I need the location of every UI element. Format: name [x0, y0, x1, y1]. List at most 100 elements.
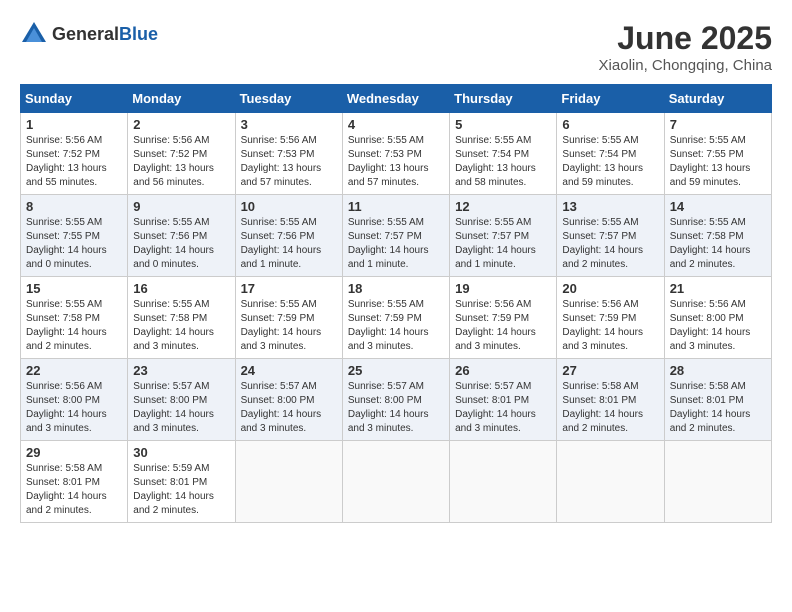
- sunset-label: Sunset: 8:01 PM: [562, 395, 636, 406]
- calendar-day-cell: 28 Sunrise: 5:58 AM Sunset: 8:01 PM Dayl…: [664, 359, 771, 441]
- calendar-day-cell: 25 Sunrise: 5:57 AM Sunset: 8:00 PM Dayl…: [342, 359, 449, 441]
- calendar-day-cell: 24 Sunrise: 5:57 AM Sunset: 8:00 PM Dayl…: [235, 359, 342, 441]
- calendar-day-cell: 3 Sunrise: 5:56 AM Sunset: 7:53 PM Dayli…: [235, 113, 342, 195]
- calendar-day-cell: 14 Sunrise: 5:55 AM Sunset: 7:58 PM Dayl…: [664, 195, 771, 277]
- day-info: Sunrise: 5:56 AM Sunset: 8:00 PM Dayligh…: [670, 298, 766, 354]
- logo-blue: Blue: [119, 24, 158, 44]
- logo-icon: [20, 20, 48, 48]
- calendar-day-cell: [450, 441, 557, 523]
- daylight-label: Daylight: 14 hours and 2 minutes.: [670, 409, 751, 434]
- sunset-label: Sunset: 7:52 PM: [133, 149, 207, 160]
- daylight-label: Daylight: 14 hours and 3 minutes.: [348, 409, 429, 434]
- calendar-week-row: 8 Sunrise: 5:55 AM Sunset: 7:55 PM Dayli…: [21, 195, 772, 277]
- day-info: Sunrise: 5:58 AM Sunset: 8:01 PM Dayligh…: [562, 380, 658, 436]
- day-info: Sunrise: 5:55 AM Sunset: 7:58 PM Dayligh…: [670, 216, 766, 272]
- calendar-day-cell: 19 Sunrise: 5:56 AM Sunset: 7:59 PM Dayl…: [450, 277, 557, 359]
- calendar-day-cell: 27 Sunrise: 5:58 AM Sunset: 8:01 PM Dayl…: [557, 359, 664, 441]
- calendar-week-row: 29 Sunrise: 5:58 AM Sunset: 8:01 PM Dayl…: [21, 441, 772, 523]
- sunrise-label: Sunrise: 5:59 AM: [133, 463, 209, 474]
- daylight-label: Daylight: 14 hours and 3 minutes.: [26, 409, 107, 434]
- day-info: Sunrise: 5:58 AM Sunset: 8:01 PM Dayligh…: [670, 380, 766, 436]
- sunset-label: Sunset: 7:56 PM: [241, 231, 315, 242]
- daylight-label: Daylight: 14 hours and 1 minute.: [241, 245, 322, 270]
- daylight-label: Daylight: 14 hours and 3 minutes.: [241, 409, 322, 434]
- calendar-day-cell: 6 Sunrise: 5:55 AM Sunset: 7:54 PM Dayli…: [557, 113, 664, 195]
- day-info: Sunrise: 5:58 AM Sunset: 8:01 PM Dayligh…: [26, 462, 122, 518]
- sunrise-label: Sunrise: 5:58 AM: [26, 463, 102, 474]
- day-number: 30: [133, 445, 229, 460]
- title-block: June 2025 Xiaolin, Chongqing, China: [599, 20, 772, 74]
- sunrise-label: Sunrise: 5:55 AM: [348, 217, 424, 228]
- calendar-day-cell: [235, 441, 342, 523]
- calendar-day-cell: [664, 441, 771, 523]
- day-number: 21: [670, 281, 766, 296]
- day-number: 27: [562, 363, 658, 378]
- sunrise-label: Sunrise: 5:55 AM: [455, 135, 531, 146]
- day-number: 1: [26, 117, 122, 132]
- day-number: 18: [348, 281, 444, 296]
- sunrise-label: Sunrise: 5:57 AM: [455, 381, 531, 392]
- sunset-label: Sunset: 7:59 PM: [562, 313, 636, 324]
- calendar-day-cell: 13 Sunrise: 5:55 AM Sunset: 7:57 PM Dayl…: [557, 195, 664, 277]
- daylight-label: Daylight: 14 hours and 3 minutes.: [241, 327, 322, 352]
- day-number: 16: [133, 281, 229, 296]
- day-number: 22: [26, 363, 122, 378]
- daylight-label: Daylight: 13 hours and 58 minutes.: [455, 163, 536, 188]
- sunset-label: Sunset: 7:59 PM: [241, 313, 315, 324]
- calendar-day-cell: 11 Sunrise: 5:55 AM Sunset: 7:57 PM Dayl…: [342, 195, 449, 277]
- day-info: Sunrise: 5:55 AM Sunset: 7:55 PM Dayligh…: [670, 134, 766, 190]
- day-info: Sunrise: 5:55 AM Sunset: 7:55 PM Dayligh…: [26, 216, 122, 272]
- weekday-header: Wednesday: [342, 85, 449, 113]
- day-info: Sunrise: 5:55 AM Sunset: 7:57 PM Dayligh…: [455, 216, 551, 272]
- weekday-header: Tuesday: [235, 85, 342, 113]
- day-number: 4: [348, 117, 444, 132]
- weekday-header: Saturday: [664, 85, 771, 113]
- sunrise-label: Sunrise: 5:58 AM: [562, 381, 638, 392]
- sunset-label: Sunset: 8:01 PM: [26, 477, 100, 488]
- day-info: Sunrise: 5:55 AM Sunset: 7:57 PM Dayligh…: [562, 216, 658, 272]
- daylight-label: Daylight: 14 hours and 0 minutes.: [133, 245, 214, 270]
- sunset-label: Sunset: 8:00 PM: [348, 395, 422, 406]
- sunset-label: Sunset: 7:57 PM: [455, 231, 529, 242]
- sunset-label: Sunset: 8:01 PM: [670, 395, 744, 406]
- day-number: 8: [26, 199, 122, 214]
- sunrise-label: Sunrise: 5:55 AM: [133, 299, 209, 310]
- day-number: 9: [133, 199, 229, 214]
- day-number: 15: [26, 281, 122, 296]
- sunrise-label: Sunrise: 5:56 AM: [241, 135, 317, 146]
- daylight-label: Daylight: 13 hours and 59 minutes.: [670, 163, 751, 188]
- sunset-label: Sunset: 7:55 PM: [26, 231, 100, 242]
- calendar-day-cell: 22 Sunrise: 5:56 AM Sunset: 8:00 PM Dayl…: [21, 359, 128, 441]
- sunrise-label: Sunrise: 5:57 AM: [348, 381, 424, 392]
- day-number: 3: [241, 117, 337, 132]
- calendar-day-cell: 12 Sunrise: 5:55 AM Sunset: 7:57 PM Dayl…: [450, 195, 557, 277]
- calendar-day-cell: 15 Sunrise: 5:55 AM Sunset: 7:58 PM Dayl…: [21, 277, 128, 359]
- calendar-body: 1 Sunrise: 5:56 AM Sunset: 7:52 PM Dayli…: [21, 113, 772, 523]
- location-title: Xiaolin, Chongqing, China: [599, 57, 772, 74]
- calendar-day-cell: 1 Sunrise: 5:56 AM Sunset: 7:52 PM Dayli…: [21, 113, 128, 195]
- day-info: Sunrise: 5:57 AM Sunset: 8:00 PM Dayligh…: [348, 380, 444, 436]
- calendar-header: SundayMondayTuesdayWednesdayThursdayFrid…: [21, 85, 772, 113]
- weekday-row: SundayMondayTuesdayWednesdayThursdayFrid…: [21, 85, 772, 113]
- calendar-day-cell: 30 Sunrise: 5:59 AM Sunset: 8:01 PM Dayl…: [128, 441, 235, 523]
- daylight-label: Daylight: 14 hours and 1 minute.: [455, 245, 536, 270]
- daylight-label: Daylight: 14 hours and 2 minutes.: [562, 245, 643, 270]
- calendar-day-cell: 8 Sunrise: 5:55 AM Sunset: 7:55 PM Dayli…: [21, 195, 128, 277]
- sunset-label: Sunset: 7:57 PM: [562, 231, 636, 242]
- day-info: Sunrise: 5:55 AM Sunset: 7:54 PM Dayligh…: [455, 134, 551, 190]
- sunset-label: Sunset: 8:00 PM: [670, 313, 744, 324]
- sunrise-label: Sunrise: 5:55 AM: [670, 217, 746, 228]
- calendar-day-cell: 29 Sunrise: 5:58 AM Sunset: 8:01 PM Dayl…: [21, 441, 128, 523]
- sunset-label: Sunset: 7:58 PM: [670, 231, 744, 242]
- day-info: Sunrise: 5:56 AM Sunset: 7:59 PM Dayligh…: [562, 298, 658, 354]
- daylight-label: Daylight: 13 hours and 57 minutes.: [241, 163, 322, 188]
- day-info: Sunrise: 5:55 AM Sunset: 7:57 PM Dayligh…: [348, 216, 444, 272]
- day-info: Sunrise: 5:57 AM Sunset: 8:01 PM Dayligh…: [455, 380, 551, 436]
- page-header: GeneralBlue June 2025 Xiaolin, Chongqing…: [20, 20, 772, 74]
- calendar-day-cell: 20 Sunrise: 5:56 AM Sunset: 7:59 PM Dayl…: [557, 277, 664, 359]
- day-info: Sunrise: 5:55 AM Sunset: 7:56 PM Dayligh…: [133, 216, 229, 272]
- calendar-day-cell: 10 Sunrise: 5:55 AM Sunset: 7:56 PM Dayl…: [235, 195, 342, 277]
- day-info: Sunrise: 5:55 AM Sunset: 7:58 PM Dayligh…: [133, 298, 229, 354]
- sunrise-label: Sunrise: 5:55 AM: [562, 135, 638, 146]
- day-number: 20: [562, 281, 658, 296]
